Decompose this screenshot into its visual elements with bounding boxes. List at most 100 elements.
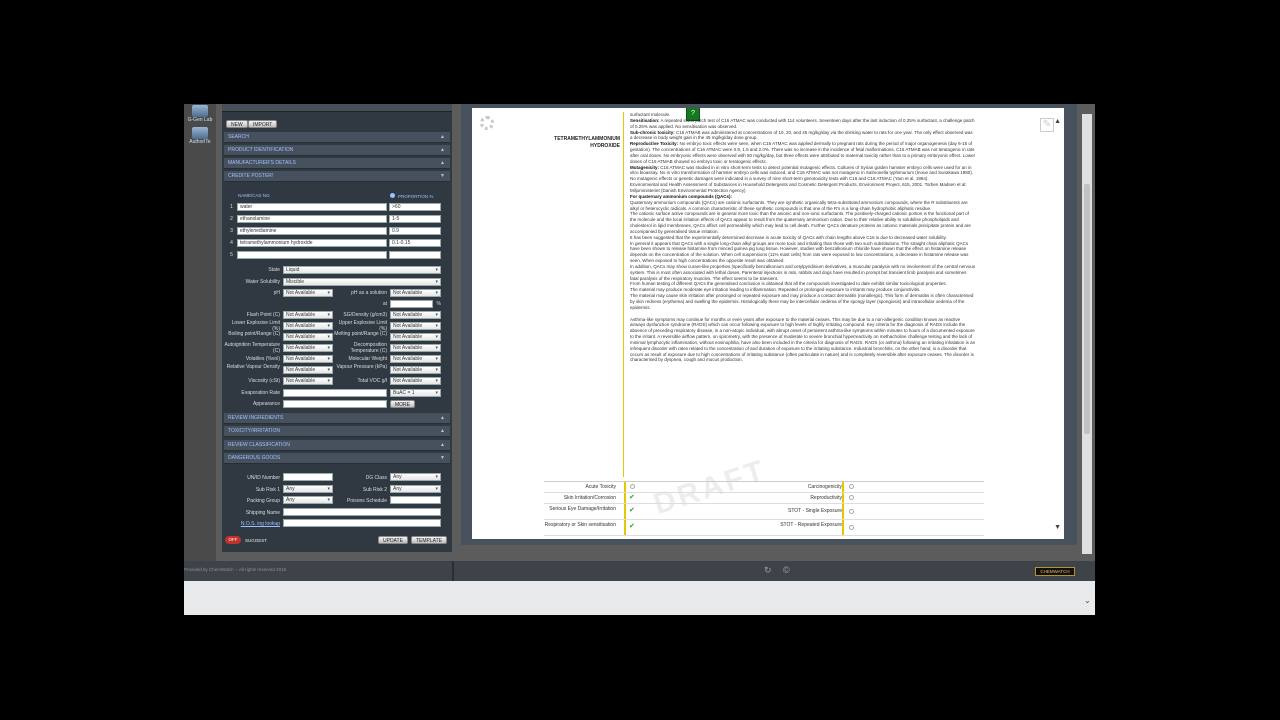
check-icon: ✔ bbox=[629, 523, 635, 530]
evaporation-rate-select[interactable]: BuAC = 1 bbox=[390, 389, 441, 397]
document-viewer: ? TETRAMETHYLAMMONIUM HYDROXIDE surfacta… bbox=[461, 104, 1077, 545]
update-button[interactable]: UPDATE bbox=[378, 536, 408, 544]
column-header-proportion: PROPORTION % bbox=[390, 193, 433, 199]
ingredient-name-field[interactable] bbox=[237, 251, 387, 259]
dg-class-label: DG Class bbox=[365, 475, 387, 481]
ingredient-proportion-field[interactable] bbox=[389, 251, 441, 259]
prop-select[interactable]: Not Available bbox=[390, 377, 441, 385]
empty-circle-icon bbox=[849, 495, 854, 500]
toxicology-paragraph: In general it appears that QACs with a s… bbox=[630, 241, 976, 264]
collapse-icon: ▲ bbox=[440, 160, 445, 166]
ingredient-proportion-field[interactable]: 0.1-0.15 bbox=[389, 239, 441, 247]
prop-select[interactable]: Not Available bbox=[390, 333, 441, 341]
dg-class-select[interactable]: Any bbox=[390, 473, 441, 481]
settings-gear-icon[interactable] bbox=[480, 116, 494, 130]
prop-select[interactable]: Not Available bbox=[390, 311, 441, 319]
more-button[interactable]: MORE bbox=[390, 400, 415, 408]
template-button[interactable]: TEMPLATE bbox=[411, 536, 448, 544]
refresh-icon[interactable]: ↻ bbox=[764, 565, 772, 576]
page-scrollbar[interactable] bbox=[1082, 114, 1092, 554]
prop-label: Viscosity (cSt) bbox=[248, 378, 280, 384]
paragraph-text: C16 ATMAB was administered at concentrat… bbox=[630, 129, 974, 141]
prop-select[interactable]: Not Available bbox=[390, 322, 441, 330]
scroll-up-icon[interactable]: ▲ bbox=[1054, 118, 1061, 125]
scroll-down-icon[interactable]: ▼ bbox=[1054, 524, 1061, 531]
section-product-identification[interactable]: PRODUCT IDENTIFICATION ▲ bbox=[224, 145, 450, 156]
prop-select[interactable]: Not Available bbox=[283, 377, 333, 385]
unid-field[interactable] bbox=[283, 473, 333, 481]
section-manufacturers-details[interactable]: MANUFACTURER'S DETAILS ▲ bbox=[224, 158, 450, 169]
scrollbar-thumb[interactable] bbox=[1084, 184, 1090, 434]
hazard-label: STOT - Repeated Exposure bbox=[780, 522, 842, 528]
evaporation-rate-field[interactable] bbox=[283, 389, 387, 397]
section-dangerous-goods[interactable]: DANGEROUS GOODS ▼ bbox=[224, 453, 450, 464]
collapse-icon: ▲ bbox=[440, 428, 445, 434]
hazard-label: Skin Irritation/Corrosion bbox=[563, 495, 616, 501]
left-panel-topbar bbox=[222, 104, 452, 112]
toxicology-paragraph: Quaternary ammonium compounds (QACs) are… bbox=[630, 200, 976, 212]
suggest-label: SUGGEST bbox=[245, 538, 268, 543]
prop-label: Autoignition Temperature (C) bbox=[224, 342, 281, 354]
ingredient-proportion-field[interactable]: 1-5 bbox=[389, 215, 441, 223]
prop-select[interactable]: Not Available bbox=[283, 311, 333, 319]
suggest-toggle[interactable]: OFF bbox=[225, 536, 241, 544]
toxicology-text: surfactant molecule. Sensitisation: A rep… bbox=[630, 112, 976, 363]
authorite-button[interactable]: AuthorITe bbox=[186, 126, 214, 150]
section-review-ingredients[interactable]: REVIEW INGREDIENTS ▲ bbox=[224, 413, 450, 424]
poisons-schedule-field[interactable] bbox=[390, 496, 441, 504]
at-label: at bbox=[382, 301, 387, 307]
app-window: G-Gen Lab AuthorITe NEW IMPORT SEARCH ▲ P… bbox=[184, 104, 1095, 615]
prop-select[interactable]: Not Available bbox=[283, 344, 333, 352]
ingredient-name-field[interactable]: ethanolamine bbox=[237, 215, 387, 223]
section-title: REVIEW CLASSIFICATION bbox=[228, 442, 290, 448]
paragraph-text: A repeated insult patch test of C16 ATMA… bbox=[630, 117, 976, 129]
prop-select[interactable]: Not Available bbox=[283, 333, 333, 341]
ingredient-name-field[interactable]: tetramethylammonium hydroxide bbox=[237, 239, 387, 247]
paragraph-heading: Sub-chronic toxicity: bbox=[630, 129, 675, 135]
section-title: DANGEROUS GOODS bbox=[228, 455, 281, 461]
section-review-classification[interactable]: REVIEW CLASSIFICATION ▲ bbox=[224, 440, 450, 451]
appearance-field[interactable] bbox=[283, 400, 387, 408]
g-gen-lab-button[interactable]: G-Gen Lab bbox=[186, 104, 214, 128]
ph-select[interactable]: Not Available bbox=[283, 289, 333, 297]
import-button[interactable]: IMPORT bbox=[248, 120, 278, 128]
ingredient-proportion-field[interactable]: 0.9 bbox=[389, 227, 441, 235]
shipping-name-field[interactable] bbox=[283, 508, 441, 516]
ingredient-row-number: 4 bbox=[230, 240, 233, 246]
empty-circle-icon bbox=[849, 484, 854, 489]
prop-select[interactable]: Not Available bbox=[390, 355, 441, 363]
sub-risk-1-select[interactable]: Any bbox=[283, 485, 333, 493]
section-ingredients[interactable]: CREDITE POSTER! ▼ bbox=[224, 171, 450, 182]
ingredient-name-field[interactable]: water bbox=[237, 203, 387, 211]
info-icon bbox=[390, 193, 395, 198]
nos-lookup-field[interactable] bbox=[283, 519, 441, 527]
prop-select[interactable]: Not Available bbox=[283, 322, 333, 330]
section-toxicity-irritation[interactable]: TOXICITY/IRRITATION ▲ bbox=[224, 426, 450, 437]
ingredient-proportion-field[interactable]: >60 bbox=[389, 203, 441, 211]
edit-icon[interactable]: ✎ bbox=[1040, 118, 1054, 132]
new-button[interactable]: NEW bbox=[226, 120, 248, 128]
state-select[interactable]: Liquid bbox=[283, 266, 441, 274]
ph-at-field[interactable] bbox=[390, 300, 433, 308]
ingredient-name-field[interactable]: ethylenediamine bbox=[237, 227, 387, 235]
hazard-row: Acute Toxicity Carcinogenicity bbox=[544, 482, 984, 493]
sub-risk-2-select[interactable]: Any bbox=[390, 485, 441, 493]
collapse-icon: ▲ bbox=[440, 442, 445, 448]
footer-area bbox=[184, 581, 1095, 615]
prop-select[interactable]: Not Available bbox=[283, 355, 333, 363]
section-search[interactable]: SEARCH ▲ bbox=[224, 132, 450, 143]
sub-risk-2-label: Sub Risk 2 bbox=[362, 487, 387, 493]
prop-select[interactable]: Not Available bbox=[283, 366, 333, 374]
nos-lookup-link[interactable]: N.O.S. ing lookup bbox=[224, 521, 280, 527]
check-icon: ✔ bbox=[629, 507, 635, 514]
toxicology-paragraph: Reproductive Toxicity: No embryo toxic e… bbox=[630, 141, 976, 164]
ph-solution-select[interactable]: Not Available bbox=[390, 289, 441, 297]
prop-select[interactable]: Not Available bbox=[390, 344, 441, 352]
scroll-down-icon[interactable]: ⌄ bbox=[1084, 596, 1091, 605]
toxicology-paragraph: Environmental and Health Assessment of S… bbox=[630, 182, 976, 194]
prop-select[interactable]: Not Available bbox=[390, 366, 441, 374]
water-solubility-select[interactable]: Miscible bbox=[283, 278, 441, 286]
ingredient-row-number: 5 bbox=[230, 252, 233, 258]
copyright-icon: © bbox=[783, 565, 790, 575]
packing-group-select[interactable]: Any bbox=[283, 496, 333, 504]
